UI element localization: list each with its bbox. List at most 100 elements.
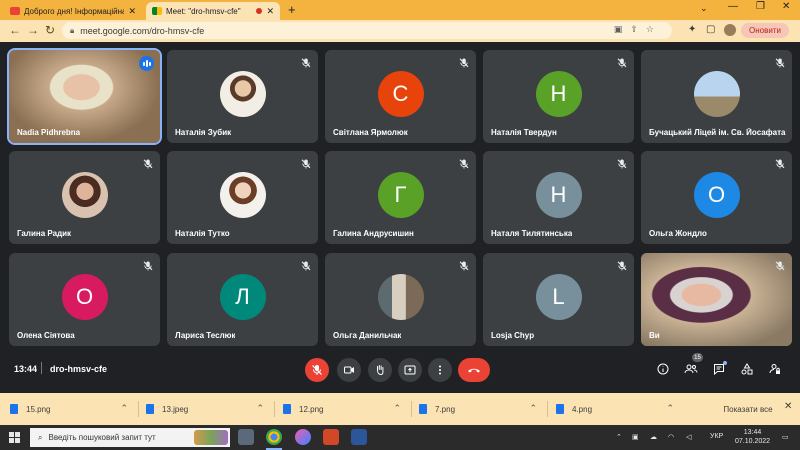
notifications-icon[interactable]: ▭: [782, 433, 789, 441]
participant-tile[interactable]: Галина Радик: [9, 151, 160, 244]
update-button[interactable]: Оновити: [741, 23, 789, 38]
clock-time: 13:44: [743, 429, 762, 436]
chevron-up-icon[interactable]: ⌃: [666, 403, 674, 414]
divider: [138, 401, 139, 417]
show-hidden-icons[interactable]: ⌃: [616, 433, 622, 441]
side-panel-icon[interactable]: ▢: [706, 24, 715, 35]
participant-name: Бучацький Ліцей ім. Св. Йосафата: [649, 128, 786, 137]
participant-name: Ольга Жондло: [649, 229, 707, 238]
participant-photo-avatar: [219, 171, 266, 218]
mic-muted-icon: [458, 157, 470, 169]
tab-search-icon[interactable]: ⌄: [700, 3, 708, 14]
chrome-icon[interactable]: [266, 429, 282, 445]
image-file-icon: [556, 404, 564, 414]
activities-icon: [741, 363, 753, 375]
volume-icon[interactable]: ◁: [686, 433, 691, 441]
participant-initial-avatar: С: [377, 70, 424, 117]
leave-call-button[interactable]: [458, 358, 490, 382]
participant-tile[interactable]: Наталія Тутко: [167, 151, 318, 244]
address-bar[interactable]: 🔒︎ meet.google.com/dro-hmsv-cfe ▣⇪☆: [62, 22, 672, 39]
mic-muted-icon: [616, 259, 628, 271]
close-downloads-icon[interactable]: ✕: [784, 401, 792, 412]
mic-off-icon: [312, 365, 322, 375]
url-text: meet.google.com/dro-hmsv-cfe: [80, 25, 205, 36]
participant-tile[interactable]: Nadia Pidhrebna: [7, 48, 162, 145]
lock-icon[interactable]: 🔒︎: [70, 26, 74, 36]
present-screen-button[interactable]: [398, 358, 422, 382]
extensions-icon[interactable]: ✦: [688, 24, 696, 35]
participant-tile[interactable]: Ви: [641, 253, 792, 346]
chevron-up-icon[interactable]: ⌃: [393, 403, 401, 414]
reload-icon[interactable]: ↻: [45, 23, 55, 37]
participant-initial-avatar: Н: [535, 171, 582, 218]
participant-tile[interactable]: L Losja Chyp: [483, 253, 634, 346]
people-button[interactable]: [683, 361, 699, 377]
mic-muted-icon: [300, 157, 312, 169]
forward-icon[interactable]: →: [27, 23, 39, 37]
participant-tile[interactable]: Наталія Зубик: [167, 50, 318, 143]
word-icon[interactable]: [351, 429, 367, 445]
download-filename: 7.png: [435, 404, 456, 414]
chevron-up-icon[interactable]: ⌃: [120, 403, 128, 414]
paint-icon[interactable]: [295, 429, 311, 445]
participant-tile[interactable]: Л Лариса Теслюк: [167, 253, 318, 346]
download-item[interactable]: 15.png ⌃: [10, 399, 140, 419]
participant-tile[interactable]: Бучацький Ліцей ім. Св. Йосафата: [641, 50, 792, 143]
mic-muted-icon: [774, 259, 786, 271]
download-filename: 4.png: [572, 404, 593, 414]
window-close-icon[interactable]: ✕: [782, 1, 790, 12]
download-item[interactable]: 13.jpeg ⌃: [146, 399, 276, 419]
back-icon[interactable]: ←: [9, 23, 21, 37]
participant-tile[interactable]: О Ольга Жондло: [641, 151, 792, 244]
download-item[interactable]: 4.png ⌃: [556, 399, 686, 419]
participant-name: Losja Chyp: [491, 331, 535, 340]
taskbar-search-box[interactable]: ⌕ Введіть пошуковий запит тут: [30, 428, 230, 447]
chevron-up-icon[interactable]: ⌃: [256, 403, 264, 414]
chevron-up-icon[interactable]: ⌃: [529, 403, 537, 414]
tray-cloud-icon[interactable]: ☁: [650, 433, 657, 441]
input-language[interactable]: УКР: [710, 433, 723, 440]
powerpoint-icon[interactable]: [323, 429, 339, 445]
minimize-icon[interactable]: —: [728, 1, 738, 12]
mic-muted-icon: [300, 56, 312, 68]
tab-close-icon[interactable]: ✕: [266, 6, 274, 17]
download-item[interactable]: 12.png ⌃: [283, 399, 413, 419]
tray-app-icon[interactable]: ▣: [632, 433, 639, 441]
participant-tile[interactable]: О Олена Сіятова: [9, 253, 160, 346]
host-controls-button[interactable]: [767, 361, 783, 377]
more-options-button[interactable]: [428, 358, 452, 382]
divider: [411, 401, 412, 417]
taskbar-clock[interactable]: 13:44 07.10.2022: [735, 428, 770, 446]
task-view-icon[interactable]: [238, 429, 254, 445]
mic-muted-icon: [774, 157, 786, 169]
profile-avatar[interactable]: [724, 24, 736, 36]
show-all-downloads-button[interactable]: Показати все: [718, 402, 778, 416]
image-file-icon: [10, 404, 18, 414]
participant-tile[interactable]: Г Галина Андрусишин: [325, 151, 476, 244]
participant-name: Наталія Твердун: [491, 128, 557, 137]
chat-notification-dot: [723, 361, 727, 365]
hand-icon: [377, 365, 384, 376]
wifi-icon[interactable]: ◠: [668, 433, 674, 441]
raise-hand-button[interactable]: [368, 358, 392, 382]
maximize-icon[interactable]: ❐: [756, 1, 765, 12]
omnibox-action-icons[interactable]: ▣⇪☆: [614, 24, 662, 35]
meeting-details-button[interactable]: [655, 361, 671, 377]
participant-tile[interactable]: Н Наталія Твердун: [483, 50, 634, 143]
participant-photo-avatar: [377, 273, 424, 320]
windows-start-icon[interactable]: [9, 432, 20, 443]
participant-tile[interactable]: Ольга Данильчак: [325, 253, 476, 346]
microphone-button[interactable]: [305, 358, 329, 382]
new-tab-button[interactable]: +: [288, 2, 296, 17]
camera-button[interactable]: [337, 358, 361, 382]
activities-button[interactable]: [739, 361, 755, 377]
mic-muted-icon: [616, 56, 628, 68]
participant-tile[interactable]: С Світлана Ярмолюк: [325, 50, 476, 143]
tab-close-icon[interactable]: ✕: [128, 6, 136, 17]
download-item[interactable]: 7.png ⌃: [419, 399, 549, 419]
tab-info-platform[interactable]: Доброго дня! Інформаційна пл ✕: [4, 2, 142, 20]
meeting-code: dro-hmsv-cfe: [50, 364, 108, 374]
tab-meet[interactable]: Meet: "dro-hmsv-cfe" ✕: [146, 2, 280, 20]
participant-tile[interactable]: Н Наталя Тилятинська: [483, 151, 634, 244]
hang-up-icon: [468, 368, 480, 373]
